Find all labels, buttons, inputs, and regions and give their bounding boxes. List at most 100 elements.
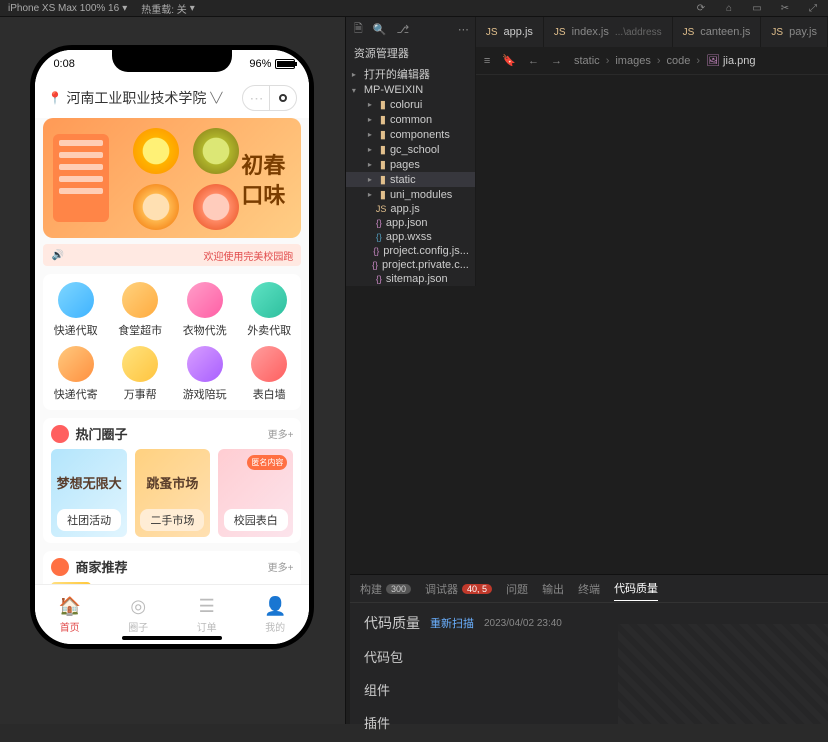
tree-folder[interactable]: ▸▮components <box>346 127 475 142</box>
tree-group[interactable]: ▾MP-WEIXIN <box>346 83 475 97</box>
breadcrumb-segment[interactable]: static <box>574 55 600 67</box>
nav-back-icon[interactable]: ← <box>528 55 539 67</box>
tab-label: 订单 <box>197 619 217 634</box>
location-title[interactable]: 河南工业职业技术学院 <box>66 88 206 108</box>
card-mid-text: 跳蚤市场 <box>135 473 210 492</box>
phone-frame: 0:08 96% 📍 河南工业职业技术学院 ╲╱ ⋯ <box>32 47 312 647</box>
service-item[interactable]: 食堂超市 <box>108 282 173 338</box>
tab-code-quality[interactable]: 代码质量 <box>614 580 658 601</box>
tab-output[interactable]: 输出 <box>542 581 564 597</box>
service-item[interactable]: 游戏陪玩 <box>172 346 237 402</box>
service-item[interactable]: 表白墙 <box>237 346 302 402</box>
tree-file[interactable]: JSapp.js <box>346 202 475 216</box>
cut-icon[interactable]: ✂ <box>778 1 792 15</box>
tree-file[interactable]: {}project.config.js... <box>346 244 475 258</box>
tab-icon: 👤 <box>264 596 286 617</box>
circle-card[interactable]: 匿名内容校园表白 <box>218 449 293 537</box>
tab-label: 我的 <box>265 619 285 634</box>
tab-filename: canteen.js <box>700 26 750 38</box>
close-capsule-icon[interactable] <box>270 86 296 110</box>
tab-label: 圈子 <box>128 619 148 634</box>
tab-debugger[interactable]: 调试器40, 5 <box>425 581 492 597</box>
location-icon: 📍 <box>47 91 62 105</box>
tree-file[interactable]: {}project.private.c... <box>346 258 475 272</box>
banner[interactable]: 初春 口味 <box>43 118 301 238</box>
service-item[interactable]: 快递代取 <box>43 282 108 338</box>
service-item[interactable]: 万事帮 <box>108 346 173 402</box>
search-icon[interactable]: 🔍 <box>373 23 387 36</box>
tabbar-item[interactable]: 🏠首页 <box>35 585 104 644</box>
js-file-icon: JS <box>771 27 783 38</box>
fruit-icon <box>193 128 239 174</box>
service-label: 表白墙 <box>253 386 286 402</box>
capsule-menu[interactable]: ⋯ <box>242 85 297 111</box>
folder-name: colorui <box>390 99 422 111</box>
service-label: 快递代寄 <box>54 386 98 402</box>
banner-text-2: 口味 <box>241 178 285 210</box>
tree-folder[interactable]: ▸▮common <box>346 112 475 127</box>
more-icon[interactable]: ⋯ <box>243 86 269 110</box>
home-icon[interactable]: ⌂ <box>722 1 736 15</box>
breadcrumb-segment[interactable]: 🖼 jia.png <box>706 54 755 67</box>
more-link[interactable]: 更多+ <box>268 426 294 441</box>
service-item[interactable]: 快递代寄 <box>43 346 108 402</box>
hot-reload-label: 热重载: 关 <box>141 1 187 16</box>
bookmark-icon[interactable]: 🔖 <box>502 54 516 67</box>
tree-group[interactable]: ▸打开的编辑器 <box>346 65 475 83</box>
breadcrumb-segment[interactable]: images <box>615 55 650 67</box>
tree-file[interactable]: {}sitemap.json <box>346 272 475 286</box>
rescan-link[interactable]: 重新扫描 <box>430 615 474 631</box>
editor-tab[interactable]: JSpay.js <box>761 17 828 47</box>
nav-forward-icon[interactable]: → <box>551 55 562 67</box>
editor-tab-bar: JSapp.jsJSindex.js...\addressJScanteen.j… <box>476 17 828 47</box>
hot-reload-selector[interactable]: 热重载: 关 ▾ <box>141 1 195 16</box>
app-header: 📍 河南工业职业技术学院 ╲╱ ⋯ <box>35 78 309 118</box>
device-selector[interactable]: iPhone XS Max 100% 16 ▾ <box>8 3 127 14</box>
tabbar-item[interactable]: 👤 我的 <box>241 585 310 644</box>
chevron-down-icon: ▾ <box>122 3 127 14</box>
branch-icon[interactable]: ⎇ <box>396 23 409 36</box>
tree-file[interactable]: {}app.wxss <box>346 230 475 244</box>
editor-tab[interactable]: JSapp.js <box>476 17 544 47</box>
device-icon[interactable]: ▭ <box>750 1 764 15</box>
page-icon[interactable]: 🗎 <box>354 20 363 39</box>
tab-problems[interactable]: 问题 <box>506 581 528 597</box>
tree-file[interactable]: {}app.json <box>346 216 475 230</box>
file-name: sitemap.json <box>386 273 448 285</box>
circle-card[interactable]: 跳蚤市场二手市场 <box>135 449 210 537</box>
tab-terminal[interactable]: 终端 <box>578 581 600 597</box>
bottom-panel: 构建300 调试器40, 5 问题 输出 终端 代码质量 代码质量 重新扫描 2… <box>350 574 828 724</box>
tree-folder[interactable]: ▸▮static <box>346 172 475 187</box>
more-icon[interactable]: ⋯ <box>458 23 469 36</box>
quality-title: 代码质量 <box>364 613 420 633</box>
service-item[interactable]: 外卖代取 <box>237 282 302 338</box>
circle-card[interactable]: 梦想无限大社团活动 <box>51 449 126 537</box>
app-body[interactable]: 初春 口味 🔊 欢迎使用完美校园跑 快递代取食堂超市衣物代洗外卖代取快递代寄万事… <box>35 118 309 584</box>
tab-icon: ☰ <box>199 596 215 617</box>
css-file-icon: {} <box>376 232 382 242</box>
merchant-section: 商家推荐 更多+ 易美生活超市 已打烊 <box>43 551 301 584</box>
chevron-down-icon[interactable]: ╲╱ <box>210 93 222 104</box>
tree-folder[interactable]: ▸▮uni_modules <box>346 187 475 202</box>
service-item[interactable]: 衣物代洗 <box>172 282 237 338</box>
editor-tab[interactable]: JSindex.js...\address <box>544 17 673 47</box>
breadcrumb-segment[interactable]: code <box>667 55 691 67</box>
editor-content[interactable] <box>476 75 828 286</box>
expand-icon[interactable]: ⤢ <box>806 1 820 15</box>
tree-folder[interactable]: ▸▮gc_school <box>346 142 475 157</box>
editor-tab[interactable]: JScanteen.js <box>673 17 762 47</box>
folder-name: common <box>390 114 432 126</box>
more-link[interactable]: 更多+ <box>268 559 294 574</box>
refresh-icon[interactable]: ⟳ <box>694 1 708 15</box>
menu-icon[interactable]: ≡ <box>484 55 490 67</box>
file-explorer[interactable]: 🗎 🔍 ⎇ ⋯ 资源管理器 ▸打开的编辑器 ▾MP-WEIXIN ▸▮color… <box>346 17 476 286</box>
js-file-icon: JS <box>376 204 387 214</box>
tree-folder[interactable]: ▸▮pages <box>346 157 475 172</box>
card-caption: 社团活动 <box>57 509 121 531</box>
tab-build[interactable]: 构建300 <box>360 581 411 597</box>
tree-folder[interactable]: ▸▮colorui <box>346 97 475 112</box>
service-label: 衣物代洗 <box>183 322 227 338</box>
notice-bar[interactable]: 🔊 欢迎使用完美校园跑 <box>43 244 301 266</box>
folder-name: gc_school <box>390 144 440 156</box>
folder-name: pages <box>390 159 420 171</box>
